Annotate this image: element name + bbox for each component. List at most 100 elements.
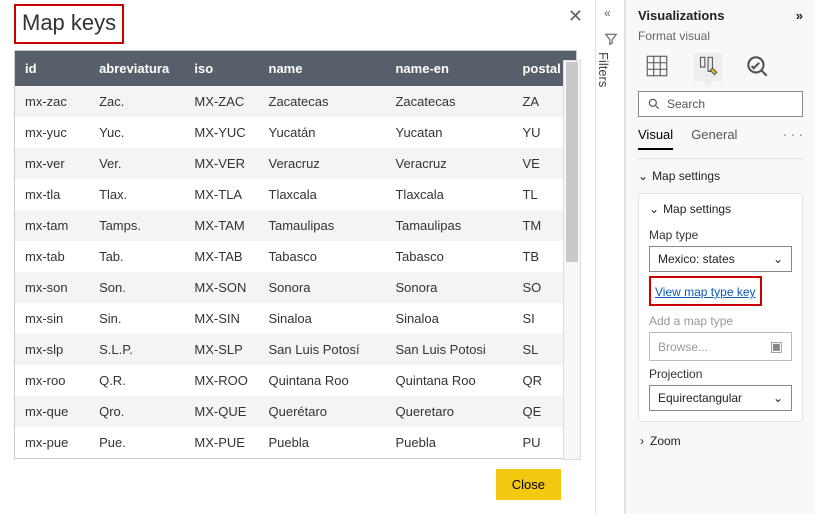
- tab-general[interactable]: General: [691, 127, 737, 150]
- table-row[interactable]: mx-rooQ.R.MX-ROOQuintana RooQuintana Roo…: [15, 365, 576, 396]
- more-icon[interactable]: · · ·: [783, 127, 803, 150]
- cell-name_en: Veracruz: [385, 148, 512, 179]
- cell-name_en: Zacatecas: [385, 86, 512, 117]
- zoom-header[interactable]: › Zoom: [638, 422, 803, 448]
- zoom-label: Zoom: [650, 434, 681, 448]
- cell-name_en: Sonora: [385, 272, 512, 303]
- cell-name: Sonora: [259, 272, 386, 303]
- cell-iso: MX-SON: [184, 272, 258, 303]
- chevron-left-icon[interactable]: «: [604, 6, 611, 20]
- cell-iso: MX-QUE: [184, 396, 258, 427]
- cell-name_en: Queretaro: [385, 396, 512, 427]
- cell-name: Querétaro: [259, 396, 386, 427]
- col-id[interactable]: id: [15, 51, 89, 86]
- cell-id: mx-tab: [15, 241, 89, 272]
- cell-name: Zacatecas: [259, 86, 386, 117]
- analytics-icon[interactable]: [744, 53, 772, 81]
- chevron-right-icon: ›: [640, 434, 644, 448]
- cell-id: mx-roo: [15, 365, 89, 396]
- table-row[interactable]: mx-sinSin.MX-SINSinaloaSinaloaSI: [15, 303, 576, 334]
- cell-id: mx-son: [15, 272, 89, 303]
- map-settings-header-outer[interactable]: ⌄ Map settings: [638, 159, 803, 189]
- search-input[interactable]: Search: [638, 91, 803, 117]
- cell-name: Veracruz: [259, 148, 386, 179]
- table-row[interactable]: mx-sonSon.MX-SONSonoraSonoraSO: [15, 272, 576, 303]
- cell-id: mx-tla: [15, 179, 89, 210]
- cell-name: Tamaulipas: [259, 210, 386, 241]
- chevron-down-icon: ⌄: [638, 169, 648, 183]
- panel-title: Visualizations: [638, 8, 724, 23]
- cell-id: mx-slp: [15, 334, 89, 365]
- col-name-en[interactable]: name-en: [385, 51, 512, 86]
- table-row[interactable]: mx-zacZac.MX-ZACZacatecasZacatecasZA: [15, 86, 576, 117]
- table-row[interactable]: mx-queQro.MX-QUEQuerétaroQueretaroQE: [15, 396, 576, 427]
- cell-iso: MX-PUE: [184, 427, 258, 458]
- table-row[interactable]: mx-puePue.MX-PUEPueblaPueblaPU: [15, 427, 576, 458]
- panel-subtitle: Format visual: [638, 29, 803, 49]
- cell-name_en: San Luis Potosi: [385, 334, 512, 365]
- cell-abrev: Ver.: [89, 148, 184, 179]
- browse-map-type[interactable]: Browse... ▣: [649, 332, 792, 361]
- filter-icon: [604, 32, 618, 49]
- cell-id: mx-zac: [15, 86, 89, 117]
- filters-label: Filters: [596, 52, 611, 87]
- image-icon: ▣: [770, 338, 783, 355]
- projection-select[interactable]: Equirectangular ⌄: [649, 385, 792, 411]
- chevron-down-icon: ⌄: [649, 202, 659, 216]
- col-name[interactable]: name: [259, 51, 386, 86]
- cell-iso: MX-TAM: [184, 210, 258, 241]
- cell-iso: MX-ZAC: [184, 86, 258, 117]
- search-icon: [647, 97, 661, 111]
- cell-name_en: Tamaulipas: [385, 210, 512, 241]
- cell-id: mx-ver: [15, 148, 89, 179]
- table-scrollbar[interactable]: [563, 60, 581, 460]
- cell-id: mx-pue: [15, 427, 89, 458]
- view-map-type-key-link[interactable]: View map type key: [655, 279, 756, 303]
- browse-placeholder: Browse...: [658, 340, 708, 354]
- cell-iso: MX-TLA: [184, 179, 258, 210]
- cell-name_en: Sinaloa: [385, 303, 512, 334]
- filters-pane-collapsed[interactable]: « Filters: [595, 0, 625, 514]
- close-icon[interactable]: ✕: [568, 6, 583, 27]
- cell-name: Sinaloa: [259, 303, 386, 334]
- map-settings-card-label: Map settings: [663, 202, 731, 216]
- close-button[interactable]: Close: [496, 469, 561, 500]
- cell-name_en: Tlaxcala: [385, 179, 512, 210]
- cell-abrev: Sin.: [89, 303, 184, 334]
- projection-value: Equirectangular: [658, 391, 742, 405]
- table-row[interactable]: mx-tlaTlax.MX-TLATlaxcalaTlaxcalaTL: [15, 179, 576, 210]
- map-type-select[interactable]: Mexico: states ⌄: [649, 246, 792, 272]
- cell-id: mx-que: [15, 396, 89, 427]
- map-type-label: Map type: [649, 222, 792, 246]
- build-visual-icon[interactable]: [644, 53, 672, 81]
- cell-abrev: Tamps.: [89, 210, 184, 241]
- cell-name_en: Quintana Roo: [385, 365, 512, 396]
- cell-abrev: Tab.: [89, 241, 184, 272]
- scrollbar-thumb[interactable]: [566, 62, 578, 262]
- chevron-right-icon[interactable]: »: [796, 8, 803, 23]
- projection-label: Projection: [649, 361, 792, 385]
- table-row[interactable]: mx-tamTamps.MX-TAMTamaulipasTamaulipasTM: [15, 210, 576, 241]
- cell-name: Yucatán: [259, 117, 386, 148]
- cell-id: mx-tam: [15, 210, 89, 241]
- table-row[interactable]: mx-verVer.MX-VERVeracruzVeracruzVE: [15, 148, 576, 179]
- col-iso[interactable]: iso: [184, 51, 258, 86]
- tab-visual[interactable]: Visual: [638, 127, 673, 150]
- table-row[interactable]: mx-tabTab.MX-TABTabascoTabascoTB: [15, 241, 576, 272]
- cell-name_en: Yucatan: [385, 117, 512, 148]
- table-row[interactable]: mx-yucYuc.MX-YUCYucatánYucatanYU: [15, 117, 576, 148]
- cell-iso: MX-TAB: [184, 241, 258, 272]
- cell-name: Puebla: [259, 427, 386, 458]
- cell-id: mx-yuc: [15, 117, 89, 148]
- table-row[interactable]: mx-slpS.L.P.MX-SLPSan Luis PotosíSan Lui…: [15, 334, 576, 365]
- map-settings-header-inner[interactable]: ⌄ Map settings: [649, 202, 792, 222]
- format-visual-icon[interactable]: [694, 53, 722, 81]
- cell-id: mx-sin: [15, 303, 89, 334]
- cell-name: San Luis Potosí: [259, 334, 386, 365]
- cell-iso: MX-SLP: [184, 334, 258, 365]
- chevron-down-icon: ⌄: [773, 252, 783, 266]
- visualizations-pane: Visualizations » Format visual Search Vi…: [625, 0, 815, 514]
- col-abreviatura[interactable]: abreviatura: [89, 51, 184, 86]
- cell-iso: MX-VER: [184, 148, 258, 179]
- cell-name: Tabasco: [259, 241, 386, 272]
